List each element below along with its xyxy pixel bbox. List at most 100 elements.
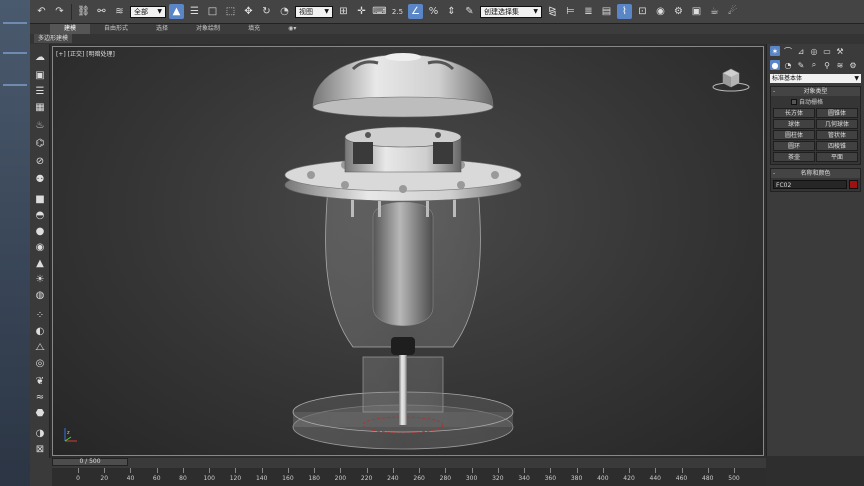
tab-modeling[interactable]: 建模 xyxy=(50,24,91,34)
scale-icon[interactable]: ◔ xyxy=(277,4,292,19)
systems-icon[interactable]: ⚙ xyxy=(848,60,858,70)
viewcube-icon[interactable] xyxy=(711,65,751,93)
rendered-frame-icon[interactable]: ▣ xyxy=(689,4,704,19)
rotate-icon[interactable]: ↻ xyxy=(259,4,274,19)
keyboard-shortcut-icon[interactable]: ⌨ xyxy=(372,4,387,19)
object-type-header[interactable]: - 对象类型 xyxy=(771,87,860,96)
select-object-icon[interactable]: ▲ xyxy=(169,4,184,19)
checkbox-box[interactable] xyxy=(791,98,797,105)
light-icon[interactable]: ♨ xyxy=(33,118,47,132)
tab-freeform[interactable]: 自由形式 xyxy=(90,24,142,34)
toggle-ribbon-icon[interactable]: ▤ xyxy=(599,4,614,19)
hierarchy-tab-icon[interactable]: ⊿ xyxy=(796,46,806,56)
cone-icon[interactable]: ▲ xyxy=(33,256,47,270)
tab-object-paint[interactable]: 对象绘制 xyxy=(182,24,234,34)
geosphere-button[interactable]: 几何球体 xyxy=(816,119,858,129)
cone-button[interactable]: 圆锥体 xyxy=(816,108,858,118)
list-icon[interactable]: ☰ xyxy=(33,84,47,98)
layer-manager-icon[interactable]: ≣ xyxy=(581,4,596,19)
shapes-icon[interactable]: ◔ xyxy=(783,60,793,70)
pyramid-icon[interactable]: ⧍ xyxy=(33,340,47,354)
angle-snap-icon[interactable]: ∠ xyxy=(408,4,423,19)
display-icon[interactable]: ▣ xyxy=(33,68,47,82)
rectangular-selection-icon[interactable]: □ xyxy=(205,4,220,19)
spinner-snap-icon[interactable]: ⇕ xyxy=(444,4,459,19)
table-icon[interactable]: ▦ xyxy=(33,100,47,114)
particles-icon[interactable]: ⁘ xyxy=(33,308,47,322)
unlink-icon[interactable]: ⚯ xyxy=(94,4,109,19)
leaf-icon[interactable]: ❦ xyxy=(33,374,47,388)
plane-button[interactable]: 平面 xyxy=(816,152,858,162)
display-tab-icon[interactable]: ▭ xyxy=(822,46,832,56)
box-button[interactable]: 长方体 xyxy=(773,108,815,118)
tube-button[interactable]: 管状体 xyxy=(816,130,858,140)
torus-button[interactable]: 圆环 xyxy=(773,141,815,151)
object-color-swatch[interactable] xyxy=(849,180,858,189)
planet-icon[interactable]: ◑ xyxy=(33,426,47,440)
poly-modeling-label[interactable]: 多边形建模 xyxy=(34,34,73,43)
autogrid-checkbox[interactable]: 自动栅格 xyxy=(771,96,860,107)
hair-icon[interactable]: ≈ xyxy=(33,390,47,404)
window-crossing-icon[interactable]: ⬚ xyxy=(223,4,238,19)
sphere-icon[interactable]: ● xyxy=(33,224,47,238)
capsule-icon[interactable]: ◐ xyxy=(33,324,47,338)
eye-icon[interactable]: ◉ xyxy=(33,240,47,254)
scene-icon[interactable]: ⊠ xyxy=(33,442,47,456)
ribbon-options-icon[interactable]: ◉▾ xyxy=(274,24,310,34)
align-icon[interactable]: ⊨ xyxy=(563,4,578,19)
schematic-view-icon[interactable]: ⊡ xyxy=(635,4,650,19)
render-setup-icon[interactable]: ⚙ xyxy=(671,4,686,19)
link-icon[interactable]: ⛓ xyxy=(76,4,91,19)
render-iterative-icon[interactable]: ☄ xyxy=(725,4,740,19)
geometry-icon[interactable]: ● xyxy=(770,60,780,70)
snap-toggle-icon[interactable]: 2.5 xyxy=(390,4,405,19)
redo-icon[interactable]: ↷ xyxy=(52,4,67,19)
box-icon[interactable]: ■ xyxy=(33,192,47,206)
texture-icon[interactable]: ⬣ xyxy=(33,406,47,420)
create-tab-icon[interactable]: ✶ xyxy=(770,46,780,56)
cylinder-button[interactable]: 圆柱体 xyxy=(773,130,815,140)
time-slider[interactable]: 0 / 500 xyxy=(52,458,128,466)
teapot-icon[interactable]: ☁ xyxy=(33,50,47,64)
track-bar-ruler[interactable]: 0 20 40 60 80 100 120 140 160 180 200 220 240 260 280 3… xyxy=(52,468,766,486)
circle-icon[interactable]: ◍ xyxy=(33,288,47,302)
primitive-category-dropdown[interactable]: 标准基本体 ▼ xyxy=(770,74,861,83)
globe-icon[interactable]: ◎ xyxy=(33,356,47,370)
name-color-header[interactable]: - 名称和颜色 xyxy=(771,169,860,178)
spacewarps-icon[interactable]: ≋ xyxy=(835,60,845,70)
tab-selection[interactable]: 选择 xyxy=(142,24,182,34)
select-by-name-icon[interactable]: ☰ xyxy=(187,4,202,19)
helpers-icon[interactable]: ⚲ xyxy=(822,60,832,70)
dome-icon[interactable]: ◓ xyxy=(33,208,47,222)
bind-space-warp-icon[interactable]: ≋ xyxy=(112,4,127,19)
select-manipulate-icon[interactable]: ✛ xyxy=(354,4,369,19)
cameras-icon[interactable]: ⌕ xyxy=(809,60,819,70)
reference-coord-dropdown[interactable]: 视图 ▼ xyxy=(295,5,333,18)
render-production-icon[interactable]: ☕ xyxy=(707,4,722,19)
object-name-input[interactable]: FC02 xyxy=(773,180,847,189)
air-valve-model[interactable] xyxy=(283,47,523,456)
mirror-icon[interactable]: ⧎ xyxy=(545,4,560,19)
sphere-button[interactable]: 球体 xyxy=(773,119,815,129)
perspective-viewport[interactable]: [+] [正交] [明暗处理] z xyxy=(52,46,764,456)
sun-icon[interactable]: ☀ xyxy=(33,272,47,286)
undo-icon[interactable]: ↶ xyxy=(34,4,49,19)
lights-icon[interactable]: ✎ xyxy=(796,60,806,70)
tab-populate[interactable]: 填充 xyxy=(234,24,274,34)
utilities-tab-icon[interactable]: ⚒ xyxy=(835,46,845,56)
viewport-label[interactable]: [+] [正交] [明暗处理] xyxy=(56,49,115,58)
pyramid-button[interactable]: 四棱锥 xyxy=(816,141,858,151)
edit-named-selection-icon[interactable]: ✎ xyxy=(462,4,477,19)
selection-filter-dropdown[interactable]: 全部 ▼ xyxy=(130,5,166,18)
material-editor-icon[interactable]: ◉ xyxy=(653,4,668,19)
modify-tab-icon[interactable]: ⌒ xyxy=(783,46,793,56)
motion-tab-icon[interactable]: ◎ xyxy=(809,46,819,56)
helper-icon[interactable]: ⊘ xyxy=(33,154,47,168)
teapot-button[interactable]: 茶壶 xyxy=(773,152,815,162)
camera-icon[interactable]: ⌬ xyxy=(33,136,47,150)
robot-icon[interactable]: ⚉ xyxy=(33,172,47,186)
named-selection-dropdown[interactable]: 创建选择集 ▼ xyxy=(480,5,542,18)
move-icon[interactable]: ✥ xyxy=(241,4,256,19)
curve-editor-icon[interactable]: ⌇ xyxy=(617,4,632,19)
percent-snap-icon[interactable]: % xyxy=(426,4,441,19)
